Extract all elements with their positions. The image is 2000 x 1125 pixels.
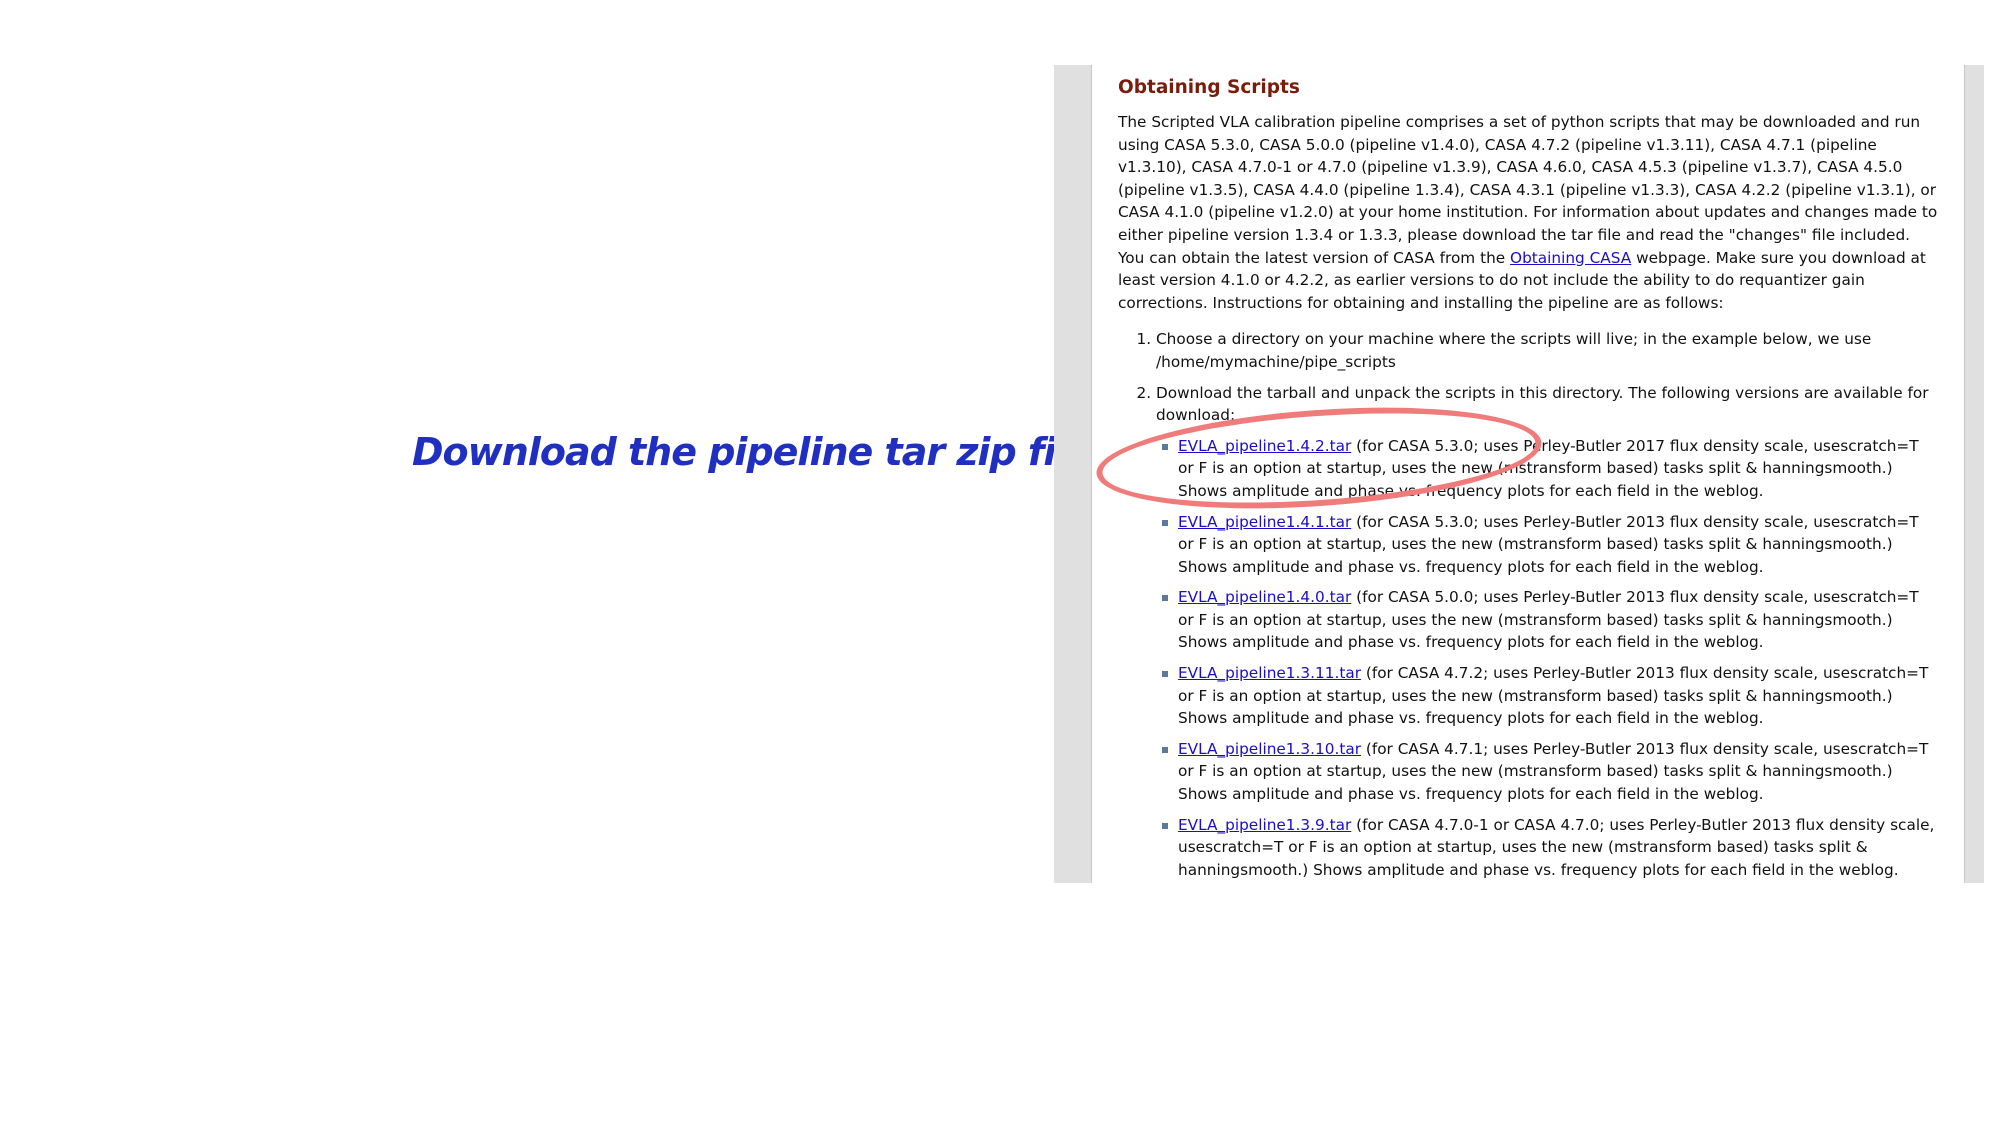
obtaining-casa-link[interactable]: Obtaining CASA: [1510, 249, 1631, 267]
install-steps: Choose a directory on your machine where…: [1118, 328, 1938, 881]
webpage-screenshot: Obtaining Scripts The Scripted VLA calib…: [1054, 65, 1984, 883]
version-item: EVLA_pipeline1.4.0.tar (for CASA 5.0.0; …: [1162, 586, 1938, 654]
step-download: Download the tarball and unpack the scri…: [1156, 382, 1938, 882]
version-item: EVLA_pipeline1.4.1.tar (for CASA 5.3.0; …: [1162, 511, 1938, 579]
version-item: EVLA_pipeline1.3.9.tar (for CASA 4.7.0-1…: [1162, 814, 1938, 882]
bullet-icon: [1162, 519, 1168, 526]
left-page-margin: [1054, 65, 1092, 883]
step-download-text: Download the tarball and unpack the scri…: [1156, 383, 1929, 425]
version-list: EVLA_pipeline1.4.2.tar (for CASA 5.3.0; …: [1156, 435, 1938, 882]
page-content: Obtaining Scripts The Scripted VLA calib…: [1118, 75, 1938, 883]
bullet-icon: [1162, 443, 1168, 450]
bullet-icon: [1162, 822, 1168, 829]
step-choose-directory: Choose a directory on your machine where…: [1156, 328, 1938, 373]
bullet-icon: [1162, 746, 1168, 753]
version-item: EVLA_pipeline1.3.10.tar (for CASA 4.7.1;…: [1162, 738, 1938, 806]
version-item: EVLA_pipeline1.3.11.tar (for CASA 4.7.2;…: [1162, 662, 1938, 730]
version-item: EVLA_pipeline1.4.2.tar (for CASA 5.3.0; …: [1162, 435, 1938, 503]
intro-text-1: The Scripted VLA calibration pipeline co…: [1118, 113, 1938, 267]
intro-paragraph: The Scripted VLA calibration pipeline co…: [1118, 111, 1938, 314]
pipeline-1-3-9-link[interactable]: EVLA_pipeline1.3.9.tar: [1178, 816, 1351, 834]
pipeline-1-3-10-link[interactable]: EVLA_pipeline1.3.10.tar: [1178, 740, 1361, 758]
pipeline-1-4-1-link[interactable]: EVLA_pipeline1.4.1.tar: [1178, 513, 1351, 531]
pipeline-1-4-0-link[interactable]: EVLA_pipeline1.4.0.tar: [1178, 588, 1351, 606]
bullet-icon: [1162, 595, 1168, 602]
pipeline-1-3-11-link[interactable]: EVLA_pipeline1.3.11.tar: [1178, 664, 1361, 682]
bullet-icon: [1162, 671, 1168, 678]
pipeline-1-4-2-link[interactable]: EVLA_pipeline1.4.2.tar: [1178, 437, 1351, 455]
section-heading: Obtaining Scripts: [1118, 77, 1300, 98]
slide-caption: Download the pipeline tar zip file.: [412, 430, 1107, 474]
right-page-margin: [1964, 65, 1984, 883]
